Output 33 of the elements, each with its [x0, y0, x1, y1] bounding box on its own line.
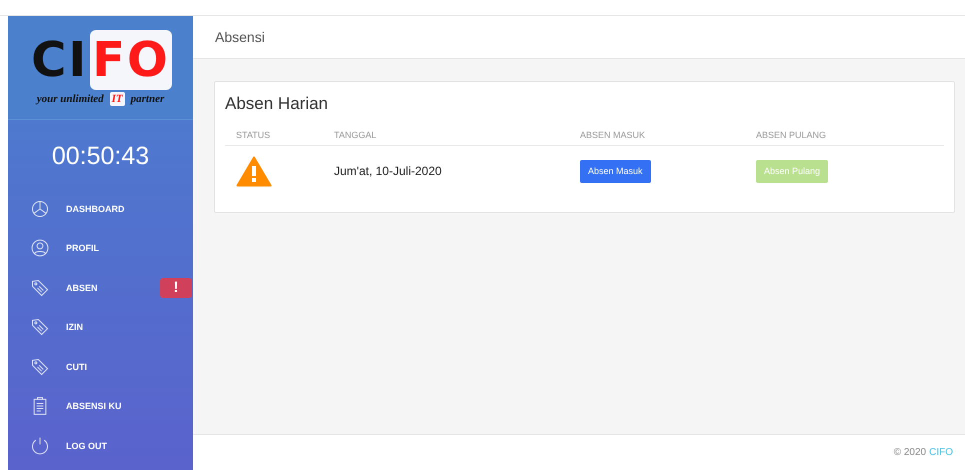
column-header: ABSEN PULANG [745, 130, 944, 146]
nav-item[interactable]: CUTI [8, 347, 193, 386]
nav-label: IZIN [66, 322, 84, 332]
nav-item[interactable]: ABSENSI KU [8, 386, 193, 426]
nav-label: LOG OUT [66, 440, 108, 451]
page-title: Absensi [215, 29, 265, 45]
nav-item[interactable]: PROFIL [8, 228, 193, 268]
nav-label: ABSEN [66, 282, 99, 293]
tag-icon [30, 356, 50, 377]
check-in-button[interactable]: Absen Masuk [580, 160, 651, 182]
nav-item[interactable]: ABSEN ! [8, 268, 193, 308]
column-header: TANGGAL [323, 130, 569, 146]
copyright-text: © 2020 [894, 447, 926, 458]
date-text: Jum'at, 10-Juli-2020 [334, 164, 442, 178]
nav-item[interactable]: LOG OUT [8, 426, 193, 466]
user-icon [30, 238, 50, 258]
alert-badge: ! [160, 278, 192, 298]
nav-label: PROFIL [66, 243, 100, 254]
card-title: Absen Harian [225, 94, 330, 114]
tag-icon [30, 278, 50, 298]
logo-tagline: your unlimited IT partner [34, 92, 166, 106]
power-icon [30, 436, 50, 456]
warning-icon [236, 156, 272, 186]
nav-item[interactable]: IZIN [8, 308, 193, 347]
nav-label: ABSENSI KU [66, 401, 123, 412]
column-header: ABSEN MASUK [569, 130, 745, 146]
column-header: STATUS [225, 130, 323, 146]
nav-item[interactable]: DASHBOARD [8, 189, 193, 228]
clock-text: 00:50:43 [50, 141, 150, 172]
nav-label: CUTI [66, 362, 88, 372]
tag-icon [30, 317, 50, 338]
pie-chart-icon [30, 198, 50, 219]
nav-label: DASHBOARD [66, 204, 126, 214]
